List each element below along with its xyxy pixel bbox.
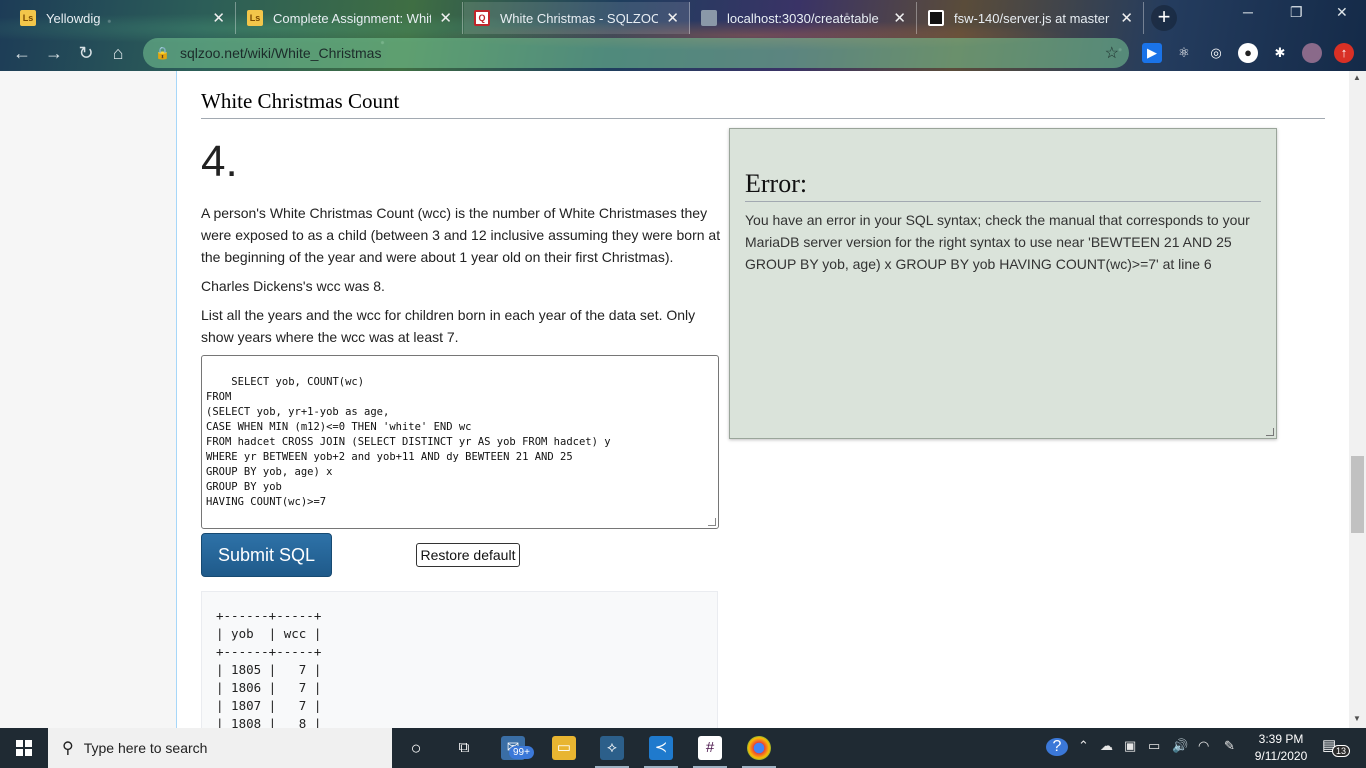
tab-title: localhost:3030/createtable bbox=[727, 10, 879, 26]
browser-toolbar: ← → ↻ ⌂ 🔒 sqlzoo.net/wiki/White_Christma… bbox=[0, 35, 1366, 71]
address-bar[interactable]: 🔒 sqlzoo.net/wiki/White_Christmas ☆ bbox=[143, 38, 1129, 68]
profile-avatar[interactable] bbox=[1302, 43, 1322, 63]
bookmark-star-icon[interactable]: ☆ bbox=[1105, 43, 1119, 63]
system-clock[interactable]: 3:39 PM 9/11/2020 bbox=[1252, 731, 1310, 765]
close-icon[interactable]: ✕ bbox=[439, 9, 452, 27]
sql-workbench-icon[interactable]: ⟡ bbox=[600, 736, 624, 760]
page-scrollbar[interactable]: ▲ ▼ bbox=[1349, 71, 1366, 728]
tab-title: Yellowdig bbox=[46, 10, 101, 26]
update-icon[interactable]: ↑ bbox=[1334, 43, 1354, 63]
github-icon bbox=[928, 10, 944, 26]
query-result: +------+-----+ | yob | wcc | +------+---… bbox=[201, 591, 718, 728]
help-icon[interactable]: ? bbox=[1046, 738, 1068, 756]
tab-yellowdig[interactable]: Ls Yellowdig ✕ bbox=[10, 2, 236, 34]
pen-icon[interactable]: ✎ bbox=[1224, 738, 1235, 754]
browser-chrome: Ls Yellowdig ✕ Ls Complete Assignment: W… bbox=[0, 0, 1366, 71]
scroll-down-icon[interactable]: ▼ bbox=[1353, 714, 1361, 723]
url-text: sqlzoo.net/wiki/White_Christmas bbox=[179, 45, 382, 61]
error-title: Error: bbox=[745, 169, 1261, 202]
extension-circle-icon[interactable]: ● bbox=[1238, 43, 1258, 63]
tab-white-christmas-sqlzoo[interactable]: Q White Christmas - SQLZOO ✕ bbox=[464, 2, 690, 34]
close-window-icon[interactable]: ✕ bbox=[1336, 4, 1348, 21]
clock-date: 9/11/2020 bbox=[1254, 749, 1308, 763]
sql-editor[interactable]: SELECT yob, COUNT(wc) FROM (SELECT yob, … bbox=[201, 355, 719, 529]
ls-favicon-icon: Ls bbox=[20, 10, 36, 26]
tab-github-server-js[interactable]: fsw-140/server.js at master · G ✕ bbox=[918, 2, 1144, 34]
new-tab-button[interactable]: + bbox=[1151, 5, 1177, 31]
question-number: 4. bbox=[201, 137, 238, 186]
onedrive-icon[interactable]: ☁ bbox=[1100, 738, 1113, 754]
error-message: You have an error in your SQL syntax; ch… bbox=[745, 212, 1250, 272]
question-task: List all the years and the wcc for child… bbox=[201, 307, 696, 345]
error-panel: Error: You have an error in your SQL syn… bbox=[729, 128, 1277, 439]
notification-badge: 13 bbox=[1332, 745, 1351, 757]
search-placeholder: Type here to search bbox=[83, 740, 208, 756]
close-icon[interactable]: ✕ bbox=[1120, 9, 1133, 27]
tab-strip: Ls Yellowdig ✕ Ls Complete Assignment: W… bbox=[0, 0, 1366, 35]
close-icon[interactable]: ✕ bbox=[666, 9, 679, 27]
taskbar-search[interactable]: ⚲ Type here to search bbox=[48, 728, 392, 768]
search-icon: ⚲ bbox=[62, 740, 74, 757]
react-devtools-icon[interactable]: ⚛ bbox=[1174, 43, 1194, 63]
extension-icon[interactable]: ▶ bbox=[1142, 43, 1162, 63]
tab-title: White Christmas - SQLZOO bbox=[500, 10, 659, 26]
section-title: White Christmas Count bbox=[201, 89, 1325, 119]
resize-handle-icon[interactable] bbox=[708, 518, 716, 526]
scroll-up-icon[interactable]: ▲ bbox=[1353, 73, 1361, 82]
mail-badge: 99+ bbox=[509, 746, 534, 759]
scrollbar-thumb[interactable] bbox=[1351, 456, 1364, 533]
sqlzoo-favicon-icon: Q bbox=[474, 10, 490, 26]
clock-time: 3:39 PM bbox=[1258, 732, 1304, 746]
tab-complete-assignment[interactable]: Ls Complete Assignment: White ✕ bbox=[237, 2, 463, 34]
sql-text: SELECT yob, COUNT(wc) FROM (SELECT yob, … bbox=[206, 376, 611, 508]
forward-icon[interactable]: → bbox=[42, 41, 66, 65]
question-description: A person's White Christmas Count (wcc) i… bbox=[201, 205, 721, 265]
battery-icon[interactable]: ▭ bbox=[1148, 738, 1160, 754]
page-content: White Christmas Count 4. A person's Whit… bbox=[0, 71, 1366, 728]
left-sidebar bbox=[0, 71, 177, 728]
vscode-icon[interactable]: ≺ bbox=[649, 736, 673, 760]
reload-icon[interactable]: ↻ bbox=[74, 41, 98, 65]
volume-icon[interactable]: 🔊 bbox=[1172, 738, 1188, 754]
windows-taskbar: ⚲ Type here to search ○ ⧉ ✉ 99+ ▭ ⟡ ≺ # … bbox=[0, 728, 1366, 768]
chrome-icon[interactable] bbox=[747, 736, 771, 760]
task-view-icon[interactable]: ⧉ bbox=[452, 736, 476, 760]
close-icon[interactable]: ✕ bbox=[893, 9, 906, 27]
restore-icon[interactable]: ❐ bbox=[1290, 4, 1303, 21]
lock-icon: 🔒 bbox=[155, 46, 170, 60]
puzzle-extensions-icon[interactable]: ✱ bbox=[1270, 43, 1290, 63]
chevron-up-icon[interactable]: ⌃ bbox=[1078, 738, 1089, 754]
ls-favicon-icon: Ls bbox=[247, 10, 263, 26]
cortana-icon[interactable]: ○ bbox=[404, 736, 428, 760]
tab-localhost-createtable[interactable]: localhost:3030/createtable ✕ bbox=[691, 2, 917, 34]
minimize-icon[interactable]: ─ bbox=[1243, 4, 1253, 20]
restore-default-button[interactable]: Restore default bbox=[416, 543, 520, 567]
back-icon[interactable]: ← bbox=[10, 41, 34, 65]
question-example: Charles Dickens's wcc was 8. bbox=[201, 278, 385, 294]
target-extension-icon[interactable]: ◎ bbox=[1206, 43, 1226, 63]
slack-icon[interactable]: # bbox=[698, 736, 722, 760]
home-icon[interactable]: ⌂ bbox=[106, 41, 130, 65]
close-icon[interactable]: ✕ bbox=[212, 9, 225, 27]
start-button[interactable] bbox=[0, 728, 48, 768]
resize-handle-icon[interactable] bbox=[1266, 428, 1274, 436]
windows-logo-icon bbox=[16, 740, 32, 756]
wifi-icon[interactable]: ◠ bbox=[1198, 738, 1209, 754]
tab-title: Complete Assignment: White bbox=[273, 10, 432, 26]
display-icon[interactable]: ▣ bbox=[1124, 738, 1136, 754]
globe-icon bbox=[701, 10, 717, 26]
submit-sql-button[interactable]: Submit SQL bbox=[201, 533, 332, 577]
file-explorer-icon[interactable]: ▭ bbox=[552, 736, 576, 760]
tab-title: fsw-140/server.js at master · G bbox=[954, 10, 1112, 26]
